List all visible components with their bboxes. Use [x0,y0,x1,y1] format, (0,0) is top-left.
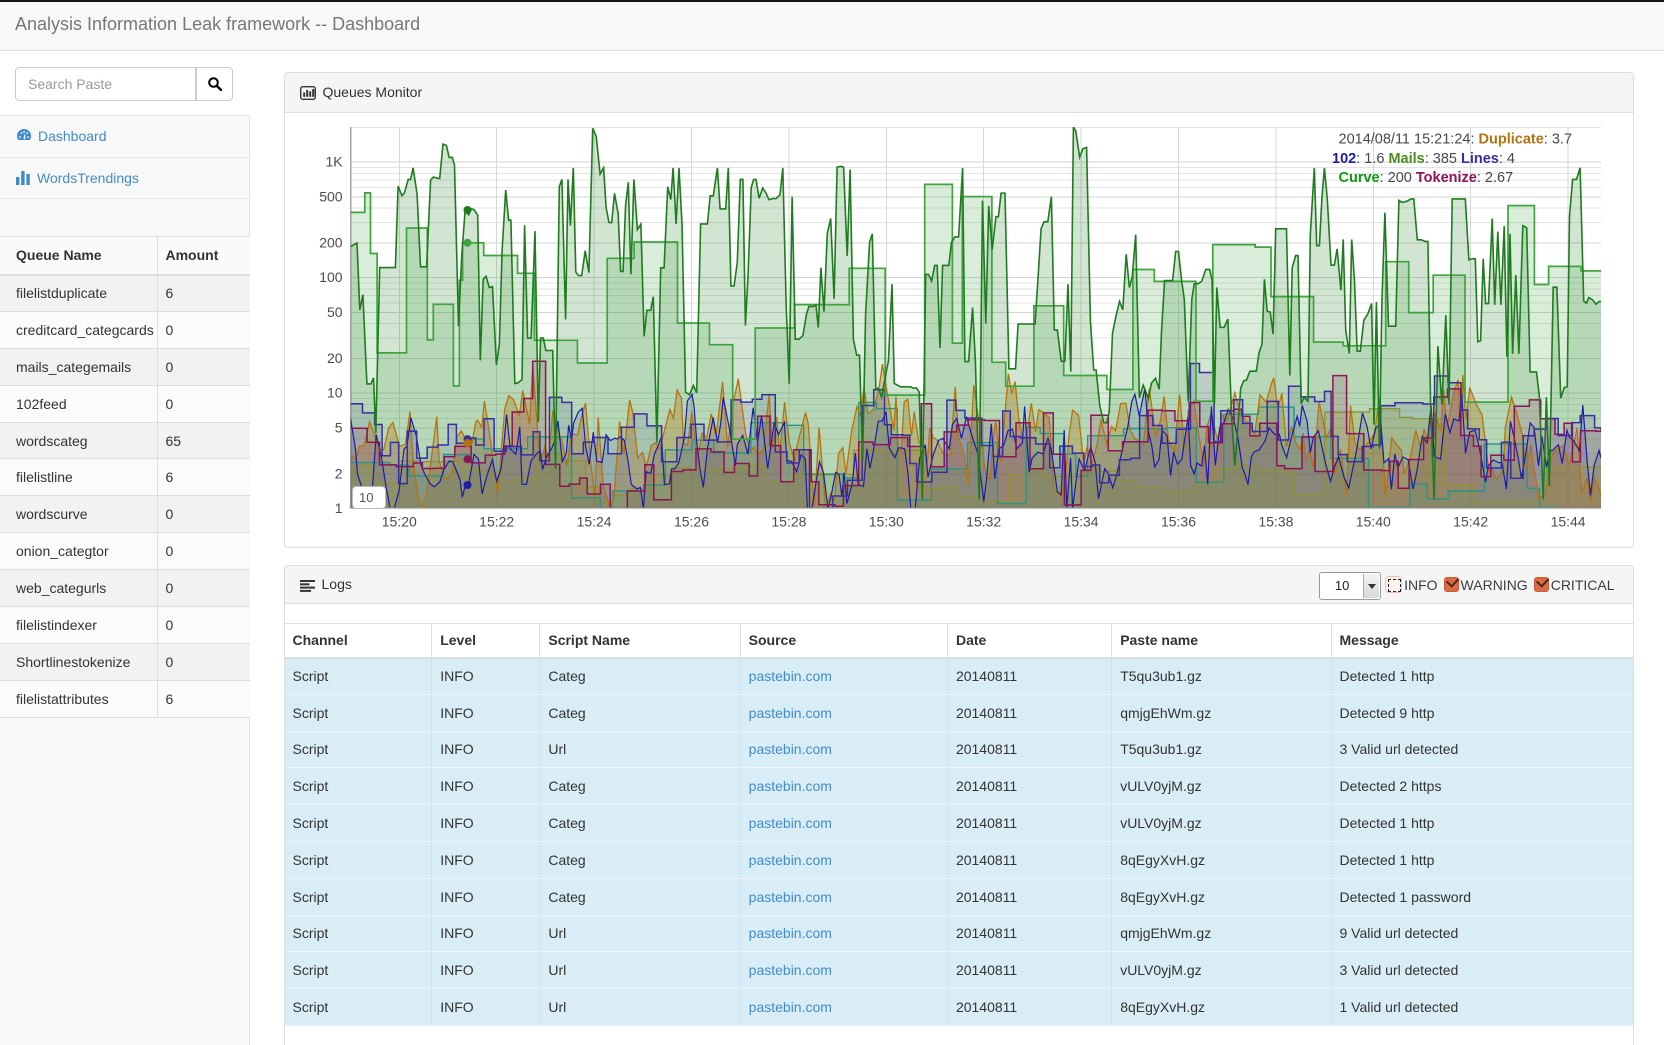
svg-text:15:20: 15:20 [382,514,417,530]
svg-text:1K: 1K [325,154,343,170]
svg-text:1: 1 [335,500,343,516]
svg-text:2014/08/11 15:21:24: Duplicate: 2014/08/11 15:21:24: Duplicate: 3.7 [1339,132,1573,148]
svg-text:15:22: 15:22 [479,514,514,530]
svg-text:50: 50 [327,304,343,320]
svg-text:15:42: 15:42 [1453,514,1488,530]
svg-text:Curve: 200 Tokenize: 2.67: Curve: 200 Tokenize: 2.67 [1339,170,1514,186]
svg-text:15:26: 15:26 [674,514,709,530]
svg-text:500: 500 [319,188,343,204]
svg-text:20: 20 [327,350,343,366]
svg-text:15:24: 15:24 [577,514,612,530]
svg-text:15:30: 15:30 [869,514,904,530]
svg-text:15:40: 15:40 [1356,514,1391,530]
svg-text:15:32: 15:32 [966,514,1001,530]
svg-text:15:44: 15:44 [1551,514,1586,530]
svg-text:102: 1.6 Mails: 385 Lines: 4: 102: 1.6 Mails: 385 Lines: 4 [1332,151,1515,167]
svg-text:10: 10 [327,385,343,401]
svg-text:100: 100 [319,269,343,285]
svg-text:15:38: 15:38 [1258,514,1293,530]
svg-text:200: 200 [319,234,343,250]
svg-text:5: 5 [335,419,343,435]
svg-text:15:36: 15:36 [1161,514,1196,530]
svg-text:15:28: 15:28 [771,514,806,530]
svg-text:15:34: 15:34 [1064,514,1099,530]
svg-text:2: 2 [335,465,343,481]
